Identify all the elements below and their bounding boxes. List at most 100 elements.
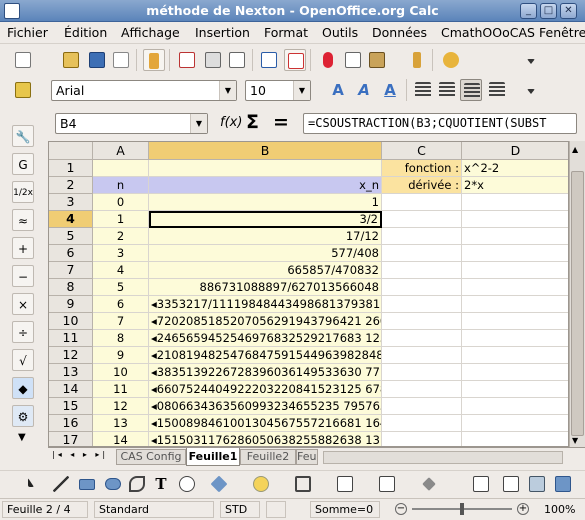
cell-b12[interactable]: ◂2108194825476847591544963982848: [149, 347, 382, 364]
menu-affichage[interactable]: Affichage: [121, 25, 180, 40]
extrusion-icon[interactable]: [552, 473, 574, 495]
row-header[interactable]: 14: [49, 381, 93, 398]
cell-c17[interactable]: [382, 432, 462, 446]
cell-b13[interactable]: ◂3835139226728396036149533630 7712: [149, 364, 382, 381]
cell-b3[interactable]: 1: [149, 194, 382, 211]
times-icon[interactable]: ×: [12, 293, 34, 315]
align-left-icon[interactable]: [412, 79, 434, 101]
basic-shapes-icon[interactable]: [208, 473, 230, 495]
cell-b8[interactable]: 886731088897/627013566048: [149, 279, 382, 296]
open-icon[interactable]: [60, 49, 82, 71]
cell-c6[interactable]: [382, 245, 462, 262]
scroll-down-icon[interactable]: ▼: [572, 436, 578, 445]
menu-edition[interactable]: Édition: [64, 25, 107, 40]
cell-c14[interactable]: [382, 381, 462, 398]
approx-icon[interactable]: ≈: [12, 209, 34, 231]
row-header[interactable]: 8: [49, 279, 93, 296]
cell-b14[interactable]: ◂6607524404922203220841523125 67808: [149, 381, 382, 398]
copy-icon[interactable]: [342, 49, 364, 71]
cell-d15[interactable]: [462, 398, 568, 415]
cell-c11[interactable]: [382, 330, 462, 347]
wrench-icon[interactable]: 🔧: [12, 125, 34, 147]
cell-b9[interactable]: ◂3353217/1111984844349868137938112: [149, 296, 382, 313]
cell-b16[interactable]: ◂1500898461001304567557216681 1648: [149, 415, 382, 432]
substitute-icon[interactable]: G: [12, 153, 34, 175]
paste-icon[interactable]: [366, 49, 388, 71]
cell-d10[interactable]: [462, 313, 568, 330]
close-button[interactable]: ✕: [560, 3, 577, 19]
menu-fenetre[interactable]: Fenêtre: [539, 25, 585, 40]
column-header-d[interactable]: D: [462, 142, 568, 160]
menu-format[interactable]: Format: [264, 25, 308, 40]
cell-c7[interactable]: [382, 262, 462, 279]
menu-fichier[interactable]: Fichier: [7, 25, 48, 40]
cell-c15[interactable]: [382, 398, 462, 415]
formula-input[interactable]: =CSOUSTRACTION(B3;CQUOTIENT(SUBST: [303, 113, 577, 134]
font-size-select[interactable]: 10 ▼: [245, 80, 311, 101]
zoom-out-icon[interactable]: −: [395, 503, 407, 515]
cell-a11[interactable]: 8: [93, 330, 149, 347]
menu-outils[interactable]: Outils: [322, 25, 358, 40]
from-file-icon[interactable]: [526, 473, 548, 495]
cell-a1[interactable]: [93, 160, 149, 177]
cell-a17[interactable]: 14: [93, 432, 149, 446]
cell-d9[interactable]: [462, 296, 568, 313]
cell-a14[interactable]: 11: [93, 381, 149, 398]
zoom-slider[interactable]: − +: [392, 502, 532, 516]
row-header[interactable]: 6: [49, 245, 93, 262]
cell-b10[interactable]: ◂7202085185207056291943796421 2608: [149, 313, 382, 330]
cell-d3[interactable]: [462, 194, 568, 211]
cell-c9[interactable]: [382, 296, 462, 313]
column-header-b[interactable]: B: [149, 142, 382, 160]
cell-a16[interactable]: 13: [93, 415, 149, 432]
cell-d13[interactable]: [462, 364, 568, 381]
row-header[interactable]: 11: [49, 330, 93, 347]
horizontal-scrollbar[interactable]: [323, 451, 563, 464]
zoom-thumb[interactable]: [460, 503, 464, 515]
tab-nav-buttons[interactable]: |◂ ◂ ▸ ▸|: [52, 450, 108, 459]
sum-icon[interactable]: Σ: [246, 111, 259, 133]
row-header[interactable]: 15: [49, 398, 93, 415]
line-icon[interactable]: [50, 473, 72, 495]
export-pdf-icon[interactable]: [176, 49, 198, 71]
stars-icon[interactable]: [418, 473, 440, 495]
ellipse-icon[interactable]: [102, 473, 124, 495]
cell-b5[interactable]: 17/12: [149, 228, 382, 245]
menu-cmathooocas[interactable]: CmathOOoCAS: [441, 25, 535, 40]
tab-feuille1[interactable]: Feuille1: [186, 448, 240, 466]
cell-a3[interactable]: 0: [93, 194, 149, 211]
zoom-in-icon[interactable]: +: [517, 503, 529, 515]
cell-b6[interactable]: 577/408: [149, 245, 382, 262]
tab-feuille2[interactable]: Feuille2: [240, 449, 296, 465]
callout-icon[interactable]: [176, 473, 198, 495]
status-mode[interactable]: STD: [220, 501, 260, 518]
cell-a5[interactable]: 2: [93, 228, 149, 245]
cell-b11[interactable]: ◂2465659452546976832529217683 1232: [149, 330, 382, 347]
symbol-shapes-icon[interactable]: [250, 473, 272, 495]
italic-icon[interactable]: A: [353, 79, 375, 101]
cell-d1[interactable]: x^2-2: [462, 160, 568, 177]
points-icon[interactable]: [470, 473, 492, 495]
format-overflow-icon[interactable]: [520, 79, 542, 101]
tab-feuille3[interactable]: Feu: [296, 449, 318, 465]
cell-b15[interactable]: ◂0806634363560993234655235 7957632: [149, 398, 382, 415]
styles-icon[interactable]: [12, 79, 34, 101]
cell-b17[interactable]: ◂1515031176286050638255882638 13 12: [149, 432, 382, 446]
cell-b7[interactable]: 665857/470832: [149, 262, 382, 279]
email-icon[interactable]: [110, 49, 132, 71]
sqrt-icon[interactable]: √: [12, 349, 34, 371]
format-paintbrush-icon[interactable]: [406, 49, 428, 71]
corner-select-all[interactable]: [49, 142, 93, 160]
cell-c13[interactable]: [382, 364, 462, 381]
cell-d16[interactable]: [462, 415, 568, 432]
cell-a10[interactable]: 7: [93, 313, 149, 330]
column-header-c[interactable]: C: [382, 142, 462, 160]
page-preview-icon[interactable]: [226, 49, 248, 71]
tools-icon[interactable]: ⚙: [12, 405, 34, 427]
cell-b1[interactable]: [149, 160, 382, 177]
row-header[interactable]: 3: [49, 194, 93, 211]
fontwork-icon[interactable]: [500, 473, 522, 495]
align-center-icon[interactable]: [436, 79, 458, 101]
align-right-icon[interactable]: [460, 79, 482, 101]
eraser-icon[interactable]: ◆: [12, 377, 34, 399]
